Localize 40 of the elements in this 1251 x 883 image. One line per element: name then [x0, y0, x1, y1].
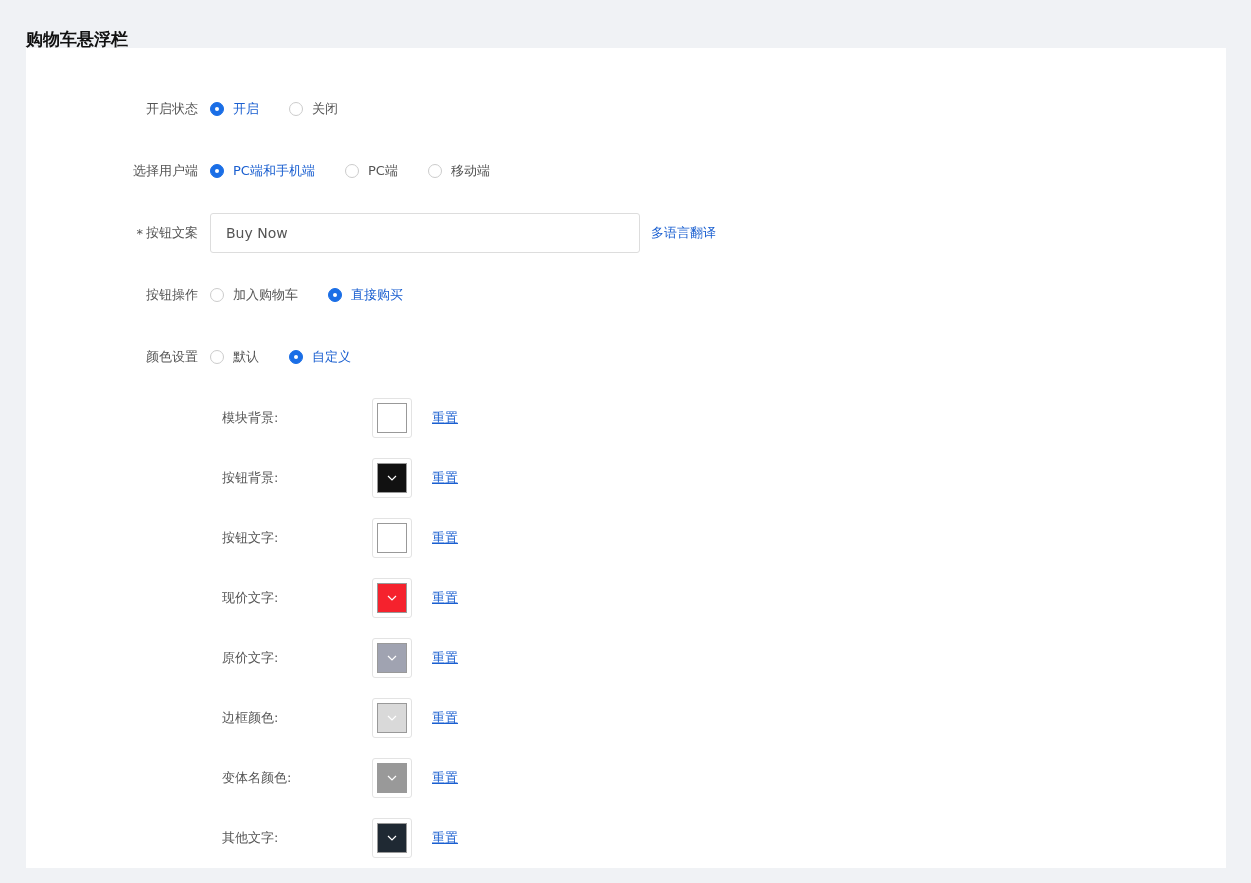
radio-option[interactable]: 自定义	[289, 348, 351, 366]
chevron-down-icon	[387, 655, 397, 661]
reset-link[interactable]: 重置	[432, 409, 458, 427]
color-label: 其他文字:	[222, 829, 280, 847]
required-mark: *	[136, 225, 143, 241]
radio-option[interactable]: 移动端	[427, 162, 490, 180]
color-label: 原价文字:	[222, 649, 280, 667]
radio-option[interactable]: PC端和手机端	[210, 162, 315, 180]
chevron-down-icon	[387, 475, 397, 481]
reset-link[interactable]: 重置	[432, 769, 458, 787]
chevron-down-icon	[387, 715, 397, 721]
translate-link[interactable]: 多语言翻译	[651, 224, 716, 242]
field-label: 选择用户端	[133, 162, 198, 180]
reset-link[interactable]: 重置	[432, 709, 458, 727]
field-label: 颜色设置	[146, 348, 198, 366]
radio-option[interactable]: 默认	[210, 348, 259, 366]
chevron-down-icon	[387, 595, 397, 601]
radio-option[interactable]: PC端	[344, 162, 398, 180]
chevron-down-icon	[387, 775, 397, 781]
color-label: 按钮背景:	[222, 469, 280, 487]
radio-option[interactable]: 加入购物车	[210, 286, 298, 304]
reset-link[interactable]: 重置	[432, 469, 458, 487]
text-input[interactable]: Buy Now	[210, 213, 640, 253]
color-label: 变体名颜色:	[222, 769, 293, 787]
color-label: 现价文字:	[222, 589, 280, 607]
radio-option[interactable]: 开启	[210, 100, 259, 118]
page-title: 购物车悬浮栏	[25, 28, 128, 48]
reset-link[interactable]: 重置	[432, 649, 458, 667]
chevron-down-icon	[387, 835, 397, 841]
color-label: 按钮文字:	[222, 529, 280, 547]
color-label: 边框颜色:	[222, 709, 280, 727]
radio-option[interactable]: 直接购买	[328, 286, 403, 304]
color-label: 模块背景:	[222, 409, 280, 427]
field-label: 开启状态	[146, 100, 198, 118]
reset-link[interactable]: 重置	[432, 589, 458, 607]
field-label: 按钮操作	[146, 286, 198, 304]
field-label: 按钮文案	[146, 224, 198, 242]
reset-link[interactable]: 重置	[432, 529, 458, 547]
reset-link[interactable]: 重置	[432, 829, 458, 847]
radio-option[interactable]: 关闭	[289, 100, 338, 118]
